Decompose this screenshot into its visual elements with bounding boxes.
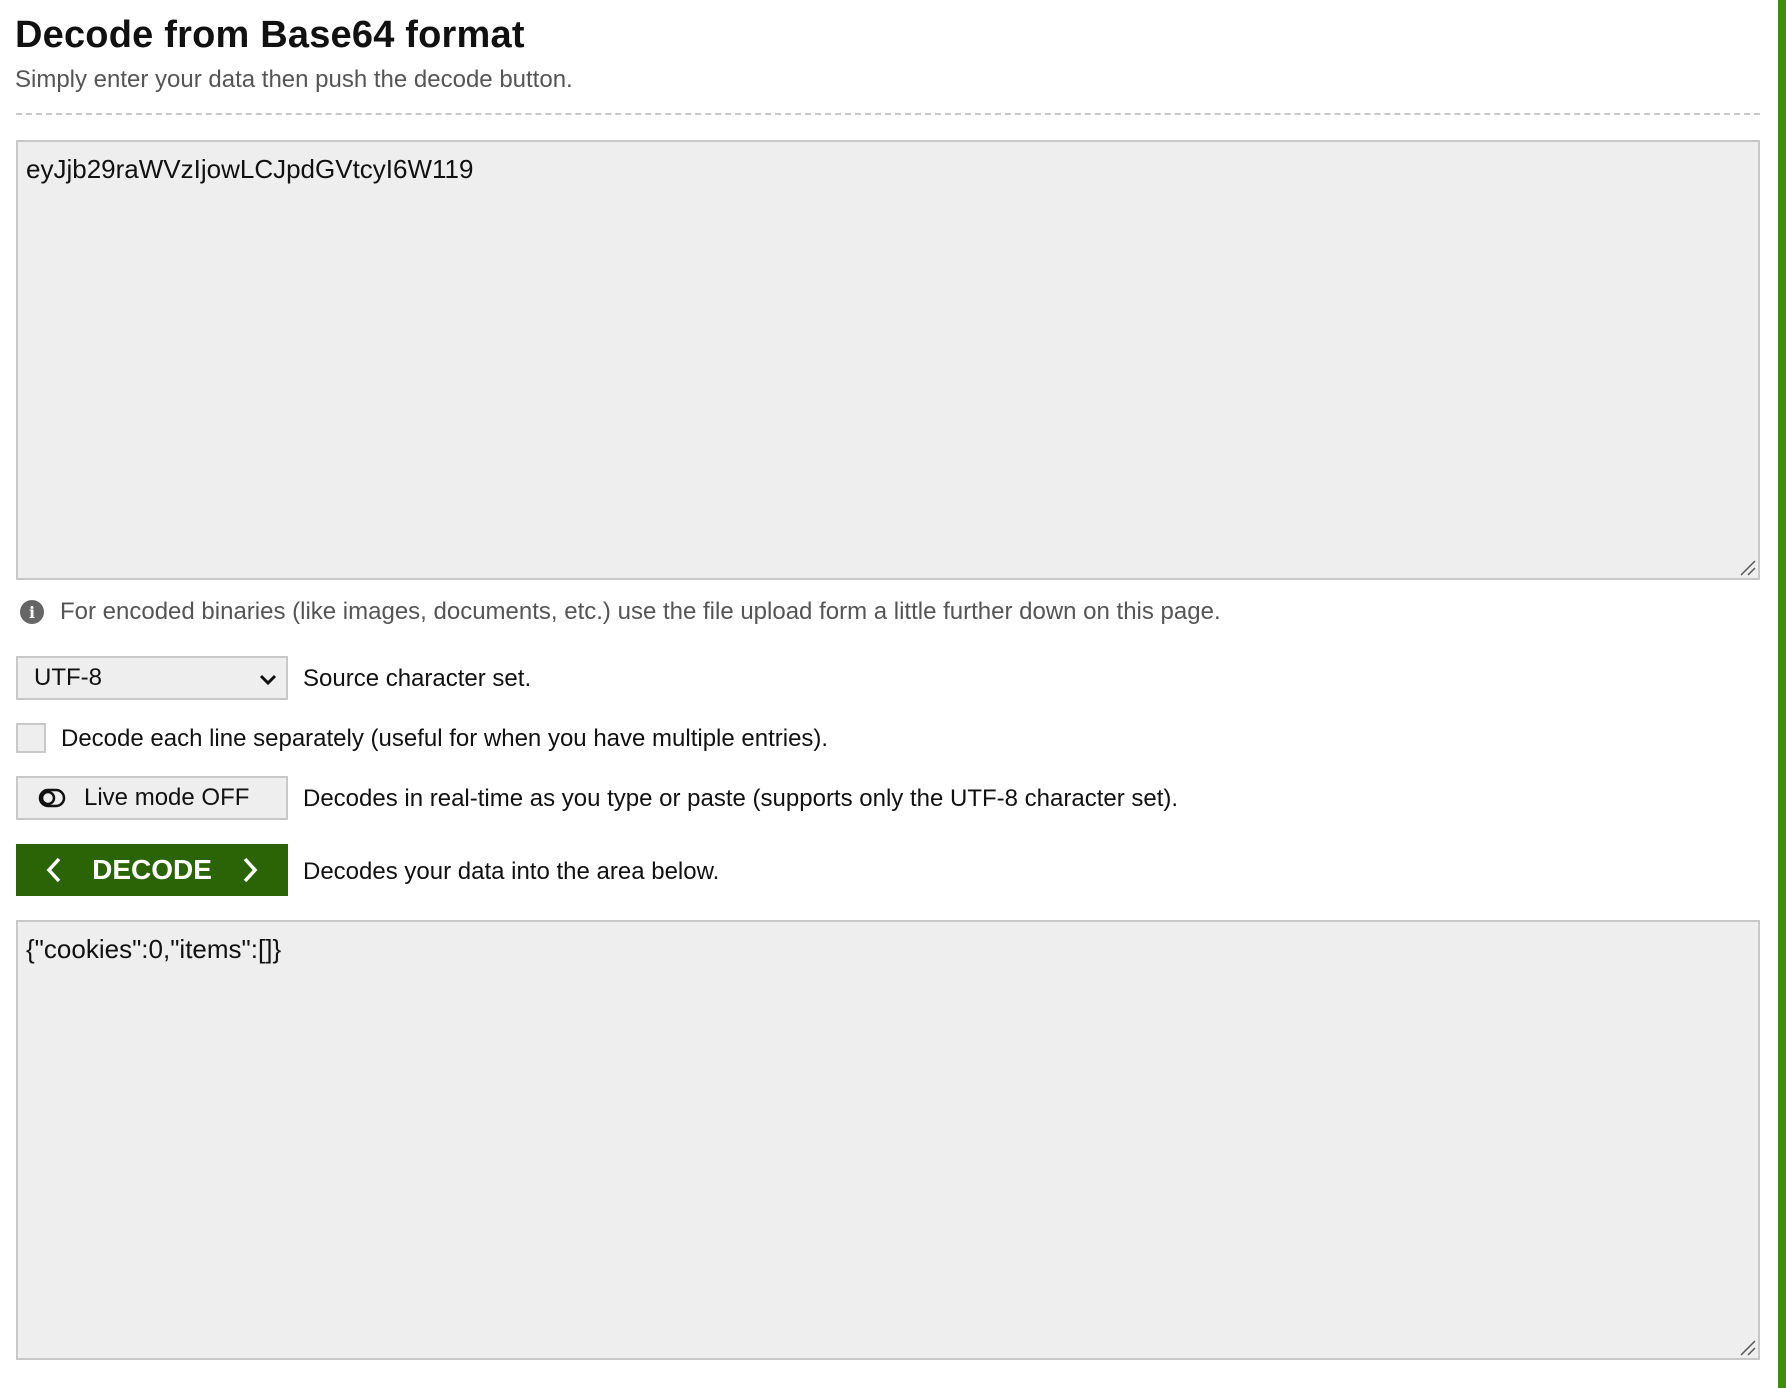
dashed-divider xyxy=(16,113,1760,115)
charset-select[interactable]: UTF-8 xyxy=(16,656,288,700)
live-mode-label: Live mode OFF xyxy=(84,784,250,811)
decoded-output-textarea[interactable]: {"cookies":0,"items":[]} xyxy=(16,920,1760,1360)
page-subtitle: Simply enter your data then push the dec… xyxy=(15,66,573,93)
page-title: Decode from Base64 format xyxy=(15,14,525,56)
info-icon: i xyxy=(20,600,44,624)
live-mode-button[interactable]: Live mode OFF xyxy=(16,776,288,820)
toggle-icon xyxy=(38,788,66,808)
charset-label: Source character set. xyxy=(303,665,532,692)
decode-lines-label: Decode each line separately (useful for … xyxy=(61,725,829,752)
binary-note-text: For encoded binaries (like images, docum… xyxy=(60,598,1221,625)
resize-grip-icon[interactable] xyxy=(1739,559,1757,577)
base64-input-textarea[interactable]: eyJjb29raWVzIjowLCJpdGVtcyI6W119 xyxy=(16,140,1760,580)
binary-note: i For encoded binaries (like images, doc… xyxy=(20,598,1221,626)
decode-button-label: DECODE xyxy=(92,854,212,885)
decode-description: Decodes your data into the area below. xyxy=(303,858,720,885)
decode-button[interactable]: DECODE xyxy=(16,844,288,896)
charset-selected-value: UTF-8 xyxy=(34,664,102,691)
chevron-left-icon xyxy=(46,857,61,883)
decode-lines-checkbox[interactable] xyxy=(16,723,46,753)
chevron-right-icon xyxy=(243,857,258,883)
page-edge-bar xyxy=(1778,0,1786,1388)
chevron-down-icon xyxy=(259,674,277,686)
resize-grip-icon[interactable] xyxy=(1739,1339,1757,1357)
live-mode-description: Decodes in real-time as you type or past… xyxy=(303,785,1179,812)
